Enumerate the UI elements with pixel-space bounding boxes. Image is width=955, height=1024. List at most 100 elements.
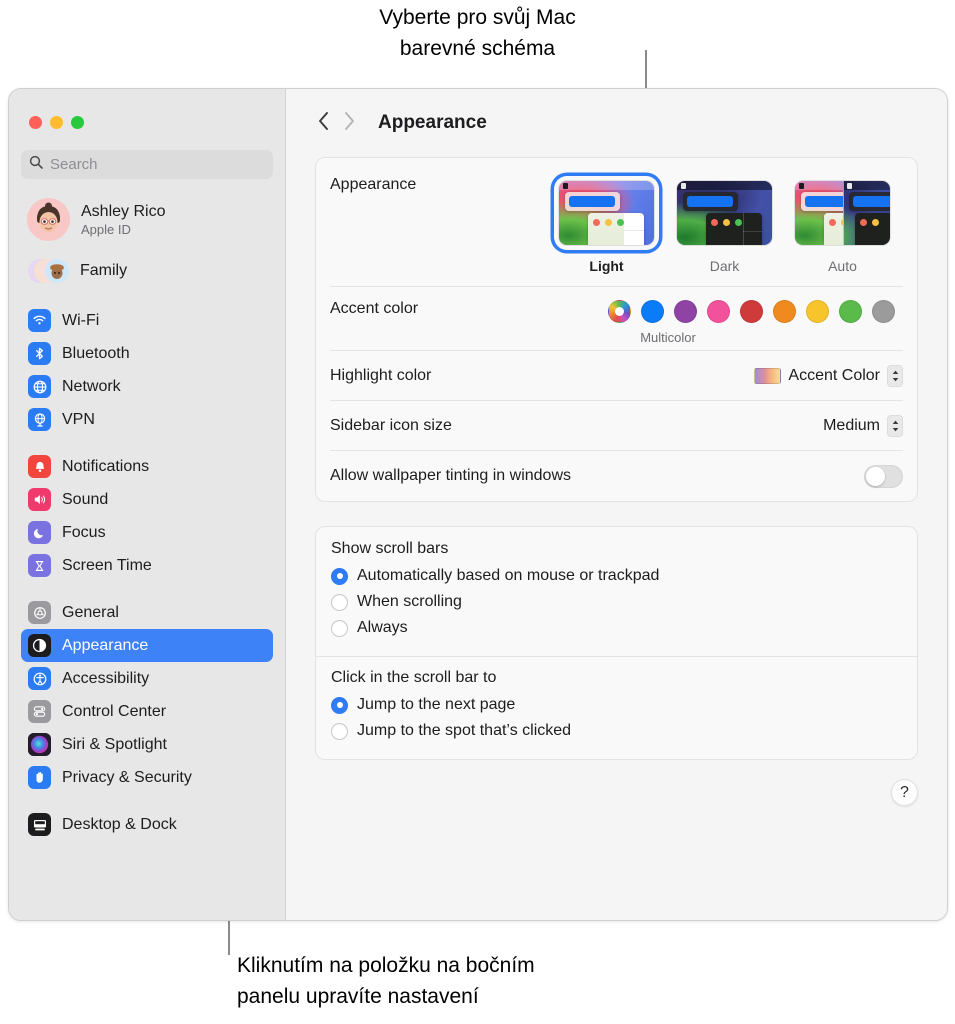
callout-top-text: Vyberte pro svůj Mac barevné schéma — [0, 2, 955, 64]
globe-icon — [28, 375, 51, 398]
help-button[interactable]: ? — [891, 779, 918, 806]
sidebar-group-network: Wi-Fi Bluetooth Network — [9, 304, 285, 436]
accent-swatch-blue[interactable] — [641, 300, 664, 323]
hand-icon — [28, 766, 51, 789]
sidebar-item-label: Desktop & Dock — [62, 816, 177, 834]
sidebar-icon-size-label: Sidebar icon size — [330, 417, 452, 435]
account-subtitle: Apple ID — [81, 222, 165, 238]
radio-label: Always — [357, 619, 408, 637]
siri-icon — [28, 733, 51, 756]
accent-swatch-red[interactable] — [740, 300, 763, 323]
click-scroll-bar-section: Click in the scroll bar to Jump to the n… — [316, 656, 917, 759]
radio-always[interactable]: Always — [331, 615, 902, 641]
accent-swatch-pink[interactable] — [707, 300, 730, 323]
toolbar: Appearance — [315, 89, 918, 157]
gear-icon — [28, 601, 51, 624]
radio-jump-to-the-spot-thats-clicked[interactable]: Jump to the spot that’s clicked — [331, 718, 902, 744]
accent-swatch-multicolor[interactable] — [608, 300, 631, 323]
radio-label: Jump to the next page — [357, 696, 515, 714]
family-label: Family — [80, 262, 127, 280]
account-row[interactable]: Ashley Rico Apple ID — [21, 193, 273, 246]
accent-swatch-yellow[interactable] — [806, 300, 829, 323]
accent-swatch-green[interactable] — [839, 300, 862, 323]
appearance-settings-card: Appearance — [315, 157, 918, 502]
sidebar-item-bluetooth[interactable]: Bluetooth — [21, 337, 273, 370]
window-controls — [9, 89, 285, 129]
sidebar-icon-size-value: Medium — [823, 417, 880, 435]
toggle-knob — [866, 467, 885, 486]
appearance-auto-label: Auto — [828, 258, 857, 274]
back-button[interactable] — [317, 111, 330, 136]
sidebar-item-notifications[interactable]: Notifications — [21, 450, 273, 483]
highlight-color-value: Accent Color — [788, 367, 880, 385]
highlight-color-popup[interactable]: Accent Color — [754, 365, 903, 387]
accent-color-label: Accent color — [330, 300, 418, 318]
sidebar-group-alerts: Notifications Sound Focus — [9, 450, 285, 582]
sidebar-item-focus[interactable]: Focus — [21, 516, 273, 549]
radio-button[interactable] — [331, 568, 348, 585]
appearance-option-light[interactable]: Light — [554, 176, 659, 274]
radio-button[interactable] — [331, 594, 348, 611]
sidebar-item-privacy-security[interactable]: Privacy & Security — [21, 761, 273, 794]
accent-swatch-orange[interactable] — [773, 300, 796, 323]
appearance-light-label: Light — [589, 258, 623, 274]
control-center-icon — [28, 700, 51, 723]
avatar — [27, 198, 70, 241]
appearance-options: Light — [554, 176, 903, 274]
accent-color-row: Accent color Mul — [316, 287, 917, 351]
sidebar-item-control-center[interactable]: Control Center — [21, 695, 273, 728]
radio-button[interactable] — [331, 620, 348, 637]
radio-label: Jump to the spot that’s clicked — [357, 722, 571, 740]
wallpaper-tinting-toggle[interactable] — [864, 465, 903, 488]
auto-theme-thumbnail — [794, 180, 891, 246]
sidebar-item-siri-spotlight[interactable]: Siri & Spotlight — [21, 728, 273, 761]
close-button[interactable] — [29, 116, 42, 129]
sidebar-item-appearance[interactable]: Appearance — [21, 629, 273, 662]
desktop-dock-icon — [28, 813, 51, 836]
appearance-label: Appearance — [330, 176, 416, 194]
accent-swatch-graphite[interactable] — [872, 300, 895, 323]
speaker-icon — [28, 488, 51, 511]
radio-button[interactable] — [331, 723, 348, 740]
appearance-icon — [28, 634, 51, 657]
radio-automatically-based-on-mouse-or-trackpad[interactable]: Automatically based on mouse or trackpad — [331, 563, 902, 589]
appearance-light-selection-ring — [554, 176, 659, 250]
sidebar-item-desktop-dock[interactable]: Desktop & Dock — [21, 808, 273, 841]
sidebar-item-label: Bluetooth — [62, 345, 130, 363]
show-scroll-bars-section: Show scroll bars Automatically based on … — [316, 527, 917, 656]
search-input[interactable] — [50, 156, 265, 173]
sidebar-item-label: Appearance — [62, 637, 148, 655]
sidebar-item-accessibility[interactable]: Accessibility — [21, 662, 273, 695]
sidebar-item-general[interactable]: General — [21, 596, 273, 629]
radio-when-scrolling[interactable]: When scrolling — [331, 589, 902, 615]
search-field[interactable] — [21, 150, 273, 179]
sidebar-item-label: Screen Time — [62, 557, 152, 575]
vpn-globe-icon — [28, 408, 51, 431]
appearance-dark-selection-ring — [672, 176, 777, 250]
accent-swatch-purple[interactable] — [674, 300, 697, 323]
wallpaper-tinting-row: Allow wallpaper tinting in windows — [316, 451, 917, 501]
wifi-icon — [28, 309, 51, 332]
light-theme-thumbnail — [558, 180, 655, 246]
appearance-option-auto[interactable]: Auto — [790, 176, 895, 274]
callout-bottom-text: Kliknutím na položku na bočním panelu up… — [237, 950, 797, 1012]
appearance-option-dark[interactable]: Dark — [672, 176, 777, 274]
sidebar-item-network[interactable]: Network — [21, 370, 273, 403]
sidebar-item-screen-time[interactable]: Screen Time — [21, 549, 273, 582]
sidebar-item-wi-fi[interactable]: Wi-Fi — [21, 304, 273, 337]
sidebar-group-desktop: Desktop & Dock — [9, 808, 285, 841]
appearance-dark-label: Dark — [710, 258, 740, 274]
bluetooth-icon — [28, 342, 51, 365]
dark-theme-thumbnail — [676, 180, 773, 246]
minimize-button[interactable] — [50, 116, 63, 129]
zoom-button[interactable] — [71, 116, 84, 129]
highlight-color-swatch — [754, 368, 781, 384]
sidebar-icon-size-popup[interactable]: Medium — [823, 415, 903, 437]
forward-button[interactable] — [343, 111, 356, 136]
sidebar-item-vpn[interactable]: VPN — [21, 403, 273, 436]
sidebar-item-family[interactable]: Family — [21, 252, 273, 290]
sidebar-item-sound[interactable]: Sound — [21, 483, 273, 516]
wallpaper-tinting-label: Allow wallpaper tinting in windows — [330, 467, 571, 485]
radio-jump-to-the-next-page[interactable]: Jump to the next page — [331, 692, 902, 718]
radio-button[interactable] — [331, 697, 348, 714]
